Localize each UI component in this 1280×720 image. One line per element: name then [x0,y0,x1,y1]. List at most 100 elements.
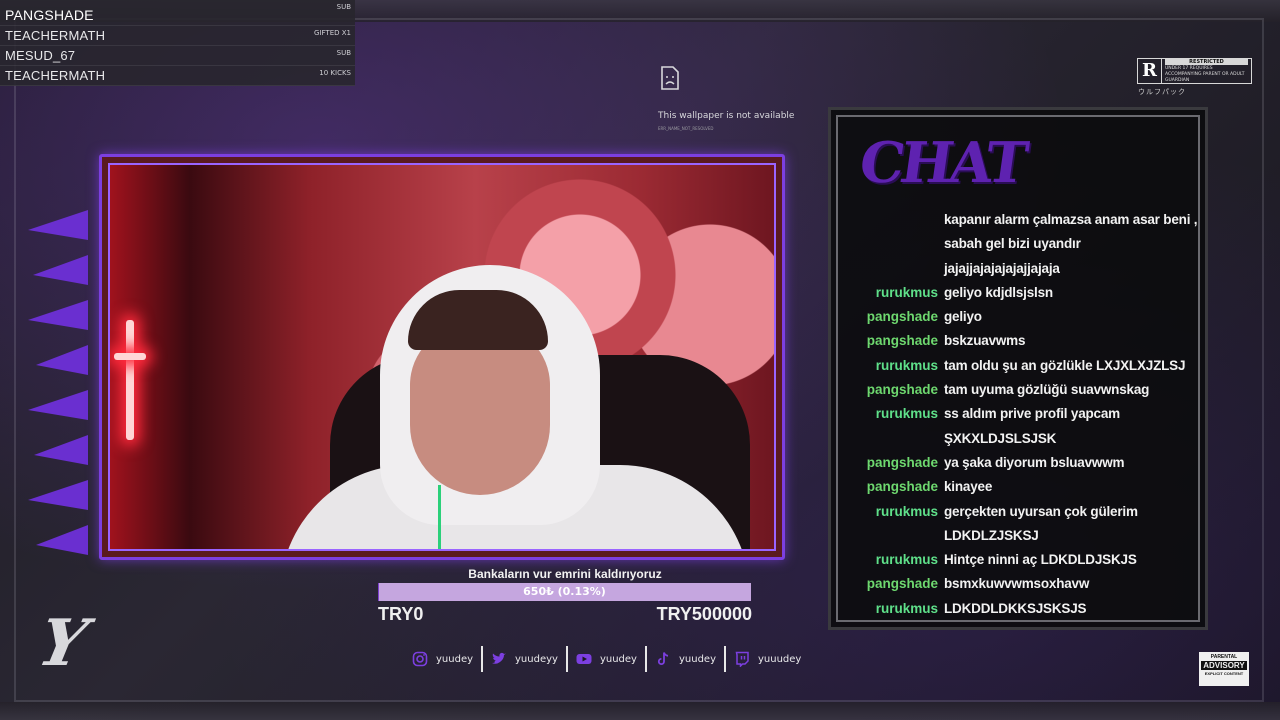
chat-text: LDKDDLDKKSJSKSJS [944,600,1087,616]
goal-max: TRY500000 [656,604,752,624]
social-link[interactable]: yuudeyy [481,646,566,672]
streamer-face [410,325,550,495]
event-item: MESUD_67 SUB [0,46,355,66]
webcam-feed [108,163,776,551]
rating-label: RESTRICTED [1165,58,1248,65]
chat-text: ss aldım prive profil yapcam [944,406,1120,422]
chat-text: sabah gel bizi uyandır [944,236,1081,252]
social-handle: yuudeyy [515,653,558,665]
chat-message: rurukmus LDKDDLDKKSJSKSJS [836,597,1200,621]
parental-advisory-badge: PARENTAL ADVISORY EXPLICIT CONTENT [1199,652,1249,686]
chat-username[interactable]: rurukmus [836,281,944,305]
headphone-cable [438,485,441,549]
chat-text: tam uyuma gözlüğü suavwnskag [944,382,1150,398]
chat-username[interactable]: rurukmus [836,548,944,572]
chat-username[interactable]: pangshade [836,329,944,353]
rating-letter: R [1138,59,1162,83]
chat-message: pangshade bskzuavwms [836,329,1200,353]
chat-message-list: kapanır alarm çalmazsa anam asar beni , s… [836,208,1200,621]
neon-cross [126,320,134,440]
event-type: SUB [336,3,351,11]
recent-events-list: PANGSHADE SUB TEACHERMATH GIFTED X1 MESU… [0,0,355,86]
social-link[interactable]: yuuudey [723,646,809,672]
chat-text: ya şaka diyorum bsluavwwm [944,454,1125,470]
goal-title: Bankaların vur emrini kaldırıyoruz [468,567,662,581]
youtube-icon [576,651,592,667]
rating-text: UNDER 17 REQUIRES ACCOMPANYING PARENT OR… [1165,65,1245,83]
torn-edge-bottom [0,702,1280,720]
chat-message: LDKDLZJSKSJ [836,524,1200,548]
social-link[interactable]: yuudey [644,646,724,672]
chat-username[interactable] [836,257,944,281]
chat-message: pangshade geliyo [836,305,1200,329]
chat-username[interactable] [836,427,944,451]
broken-file-icon [661,66,679,90]
chat-username[interactable]: rurukmus [836,402,944,426]
chat-message: rurukmus geliyo kdjdlsjslsn [836,281,1200,305]
rating-kana: ウルフパック [1138,88,1186,96]
chat-username[interactable]: pangshade [836,305,944,329]
chat-username[interactable] [836,232,944,256]
chat-text: tam oldu şu an gözlükle LXJXLXJZLSJ [944,357,1186,373]
event-username: TEACHERMATH [5,28,106,43]
chat-username[interactable]: rurukmus [836,500,944,524]
chat-message: ŞXKXLDJSLSJSK [836,427,1200,451]
social-handle: yuudey [599,653,637,665]
chat-message: pangshade kinayee [836,475,1200,499]
chat-username[interactable]: pangshade [836,451,944,475]
chat-text: geliyo kdjdlsjslsn [944,284,1053,300]
chat-text: ŞXKXLDJSLSJSK [944,430,1057,446]
wallpaper-error-code: ERR_NAME_NOT_RESOLVED [658,126,714,131]
chat-message: rurukmus Hintçe ninni aç LDKDLDJSKJS [836,548,1200,572]
chat-username[interactable] [836,524,944,548]
event-type: GIFTED X1 [314,29,351,37]
chat-text: kinayee [944,479,993,495]
chat-message: rurukmus tam oldu şu an gözlükle LXJXLXJZ… [836,354,1200,378]
instagram-icon [412,651,428,667]
chat-text: LDKDLZJSKSJ [944,527,1039,543]
tiktok-icon [655,651,671,667]
wallpaper-error-message: This wallpaper is not available [658,111,795,121]
event-username: PANGSHADE [5,7,94,23]
chat-text: geliyo [944,309,982,325]
social-link[interactable]: yuudey [404,646,481,672]
event-type: SUB [336,49,351,57]
chat-username[interactable]: pangshade [836,378,944,402]
chat-username[interactable]: pangshade [836,572,944,596]
event-username: MESUD_67 [5,48,76,63]
event-type: 10 KICKS [319,69,351,77]
social-handle: yuudey [436,653,474,665]
chat-username[interactable]: pangshade [836,475,944,499]
webcam-frame [99,154,785,560]
chat-username[interactable]: rurukmus [836,354,944,378]
event-item: TEACHERMATH 10 KICKS [0,66,355,86]
chat-logo: CHAT [855,130,1029,196]
chat-message: kapanır alarm çalmazsa anam asar beni , [836,208,1200,232]
goal-min: TRY0 [378,604,424,624]
chat-username[interactable] [836,208,944,232]
goal-progress-text: 650₺ (0.13%) [523,585,606,598]
spikes-decoration [28,210,88,555]
event-username: TEACHERMATH [5,68,106,83]
chat-message: pangshade bsmxkuwvwmsoxhavw [836,572,1200,596]
event-item: PANGSHADE SUB [0,0,355,26]
chat-text: Hintçe ninni aç LDKDLDJSKJS [944,552,1137,568]
chat-text: bskzuavwms [944,333,1026,349]
chat-text: jajajjajajajajajjajaja [944,260,1060,276]
chat-message: rurukmus ss aldım prive profil yapcam [836,402,1200,426]
social-links: yuudey yuudeyy yuudey yuudey yuuudey [404,646,809,672]
chat-text: kapanır alarm çalmazsa anam asar beni , [944,212,1198,227]
chat-username[interactable]: rurukmus [836,597,944,621]
goal-progress-bar: 650₺ (0.13%) [378,583,751,601]
chat-message: pangshade ya şaka diyorum bsluavwwm [836,451,1200,475]
social-handle: yuudey [678,653,716,665]
chat-message: pangshade tam uyuma gözlüğü suavwnskag [836,378,1200,402]
twitch-icon [734,651,750,667]
social-link[interactable]: yuudey [565,646,645,672]
event-item: TEACHERMATH GIFTED X1 [0,26,355,46]
social-handle: yuuudey [757,653,802,665]
chat-text: bsmxkuwvwmsoxhavw [944,576,1090,592]
rating-badge: R RESTRICTED UNDER 17 REQUIRES ACCOMPANY… [1137,58,1252,84]
twitter-icon [491,651,507,667]
chat-message: rurukmus gerçekten uyursan çok gülerim [836,500,1200,524]
